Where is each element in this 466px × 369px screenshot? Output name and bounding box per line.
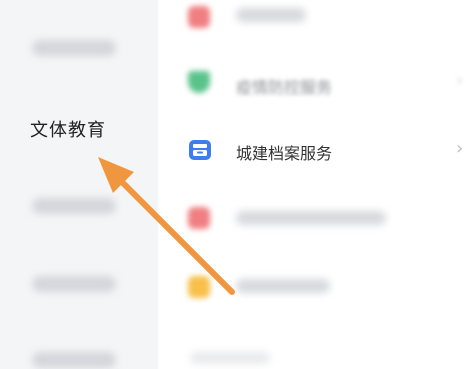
service-row[interactable] <box>190 352 270 364</box>
left-nav-item-wenti-jiaoyu[interactable]: 文体教育 <box>30 116 106 142</box>
service-icon <box>188 276 210 298</box>
service-row[interactable] <box>236 211 386 225</box>
shield-icon <box>188 71 210 93</box>
right-service-list <box>158 0 466 369</box>
left-nav-item[interactable] <box>32 352 116 368</box>
service-icon <box>188 6 210 28</box>
service-row-chengjian-dangan[interactable]: 城建档案服务 <box>236 140 332 164</box>
chevron-right-icon: › <box>456 138 464 159</box>
left-nav-item[interactable] <box>32 40 116 56</box>
left-category-pane: 文体教育 <box>0 0 158 369</box>
left-nav-item[interactable] <box>32 276 116 292</box>
service-row[interactable] <box>236 279 330 293</box>
service-row-yiqing-fangkong[interactable]: 疫情防控服务 <box>236 74 332 98</box>
service-icon <box>188 207 210 229</box>
left-nav-item[interactable] <box>32 198 116 214</box>
archive-box-icon <box>189 140 211 160</box>
service-row[interactable] <box>236 8 306 22</box>
chevron-right-icon: › <box>456 70 464 91</box>
